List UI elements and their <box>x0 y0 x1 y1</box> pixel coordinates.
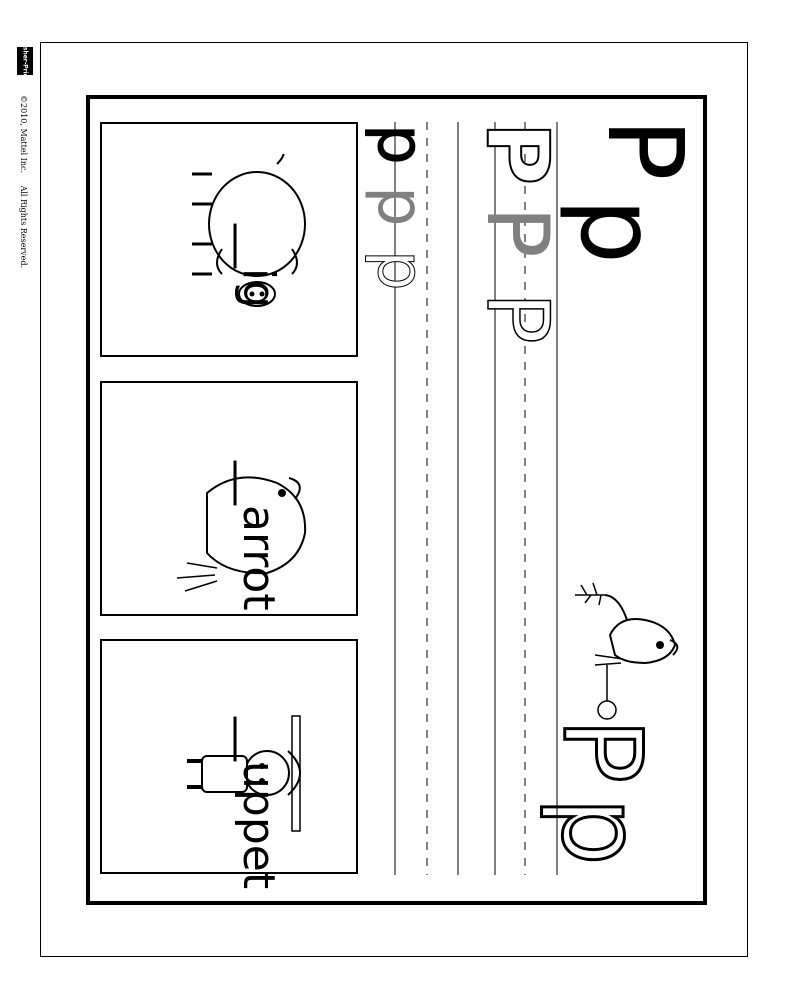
trace-lower-solid: p <box>363 124 438 166</box>
word-pig: __ig <box>233 224 284 309</box>
trace-upper-solid: P <box>466 121 568 186</box>
rights-text: All Rights Reserved. <box>19 185 28 269</box>
word-puppet: __uppet <box>233 717 284 890</box>
outline-lower-letter: p <box>537 796 665 868</box>
word-card-puppet: __uppet <box>100 639 358 889</box>
heading-upper-letter: P <box>584 118 706 181</box>
trace-lower-dotted: p <box>363 250 438 292</box>
heading-lower-letter: p <box>557 198 679 265</box>
word-card-parrot: __arrot <box>100 381 358 616</box>
trace-upper-gray: P <box>467 206 567 258</box>
word-card-pig: __ig <box>100 122 358 357</box>
copyright-text: ©2010, Mattel Inc. <box>19 95 28 174</box>
copyright-notice: ©2010, Mattel Inc. All Rights Reserved. <box>19 95 28 278</box>
parrot-on-branch-illustration <box>575 582 679 720</box>
trace-lower-gray: p <box>363 186 437 227</box>
trace-upper-dotted: P <box>466 291 568 344</box>
brand-logo-text: Fisher-Price <box>21 40 29 82</box>
word-parrot: __arrot <box>233 461 284 611</box>
outline-upper-letter: P <box>538 717 666 785</box>
brand-logo: Fisher-Price <box>17 41 33 81</box>
